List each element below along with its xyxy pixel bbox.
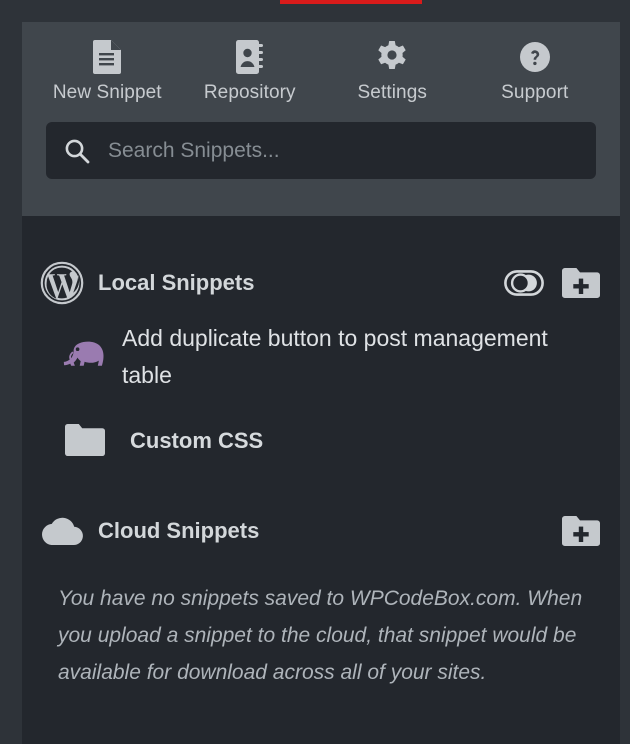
php-elephant-icon	[62, 339, 108, 375]
nav-item-label: Settings	[357, 82, 427, 103]
group-title: Cloud Snippets	[98, 518, 260, 543]
snippets-list-panel: Local Snippets Add duplicate button to p…	[22, 216, 620, 744]
cloud-empty-message: You have no snippets saved to WPCodeBox.…	[58, 587, 583, 684]
snippet-row-add-duplicate-button[interactable]: Add duplicate button to post management …	[22, 314, 620, 400]
group-actions	[562, 515, 600, 547]
folder-label: Custom CSS	[130, 427, 264, 453]
new-cloud-folder-button[interactable]	[562, 515, 600, 547]
nav-item-label: Support	[501, 82, 569, 103]
nav-item-support[interactable]: Support	[464, 40, 607, 104]
folder-row-custom-css[interactable]: Custom CSS	[22, 414, 620, 466]
snippet-label: Add duplicate button to post management …	[122, 325, 548, 388]
cloud-icon	[38, 515, 86, 547]
nav-item-repository[interactable]: Repository	[179, 40, 322, 104]
nav-item-label: Repository	[203, 82, 296, 103]
search-input[interactable]	[106, 137, 578, 164]
search-bar[interactable]	[46, 122, 596, 179]
wordpress-icon	[38, 261, 86, 305]
document-icon	[93, 40, 122, 74]
nav-item-settings[interactable]: Settings	[321, 40, 464, 104]
app-shell: New Snippet Repository Settings Support …	[22, 0, 620, 744]
header-panel: New Snippet Repository Settings Support …	[22, 22, 620, 216]
nav-item-label: New Snippet	[52, 82, 162, 103]
group-actions	[504, 267, 600, 299]
nav-item-new-snippet[interactable]: New Snippet	[36, 40, 179, 104]
new-folder-button[interactable]	[562, 267, 600, 299]
search-icon	[64, 138, 90, 164]
primary-nav: New Snippet Repository Settings Support	[22, 22, 620, 104]
address-book-icon	[235, 40, 264, 74]
question-circle-icon	[519, 40, 550, 74]
folder-icon	[62, 423, 108, 457]
gear-icon	[376, 40, 408, 74]
group-title: Local Snippets	[98, 270, 255, 295]
group-header-local-snippets[interactable]: Local Snippets	[22, 252, 620, 314]
toggle-all-snippets[interactable]	[504, 270, 544, 296]
group-header-cloud-snippets[interactable]: Cloud Snippets	[22, 500, 620, 562]
